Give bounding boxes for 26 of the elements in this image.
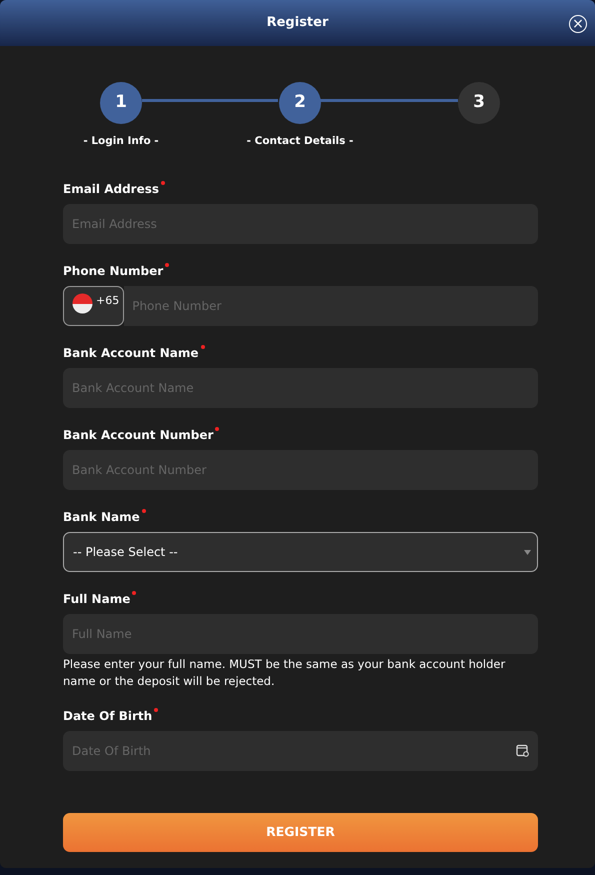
caret-icon [524, 550, 531, 554]
field-label: Full Name [63, 591, 130, 608]
input-field[interactable]: Email Address [63, 204, 538, 244]
country-code-button[interactable]: +65 [63, 286, 124, 326]
step-circle: 3 [458, 82, 500, 124]
field-label: Email Address [63, 181, 160, 198]
window-title: Register [266, 14, 328, 32]
select-field[interactable]: -- Please Select -- [63, 532, 538, 572]
field-label: Bank Name [63, 509, 140, 526]
help-text: Please enter your full name. MUST be the same as your bank account holder name or the deposit will be rejected. [63, 656, 506, 690]
close-button[interactable]: × [569, 15, 587, 33]
field-label: Date Of Birth [63, 708, 152, 726]
step-label: - Contact Details - [246, 134, 354, 148]
field-label: Bank Account Number [63, 427, 214, 444]
input-field[interactable]: Full Name [63, 614, 538, 654]
step-circle: 1 [100, 82, 142, 124]
calendar-icon [516, 744, 529, 758]
input-field[interactable]: Bank Account Name [63, 368, 538, 408]
step-label: - Login Info - [83, 134, 159, 148]
field-label: Phone Number [63, 263, 164, 280]
input-field[interactable]: Bank Account Number [63, 450, 538, 490]
flag-icon [72, 293, 93, 314]
field-label: Bank Account Name [63, 345, 198, 362]
input-field[interactable]: Phone Number [124, 286, 538, 326]
date-field[interactable]: Date Of Birth [63, 731, 538, 772]
step-circle: 2 [279, 82, 321, 124]
